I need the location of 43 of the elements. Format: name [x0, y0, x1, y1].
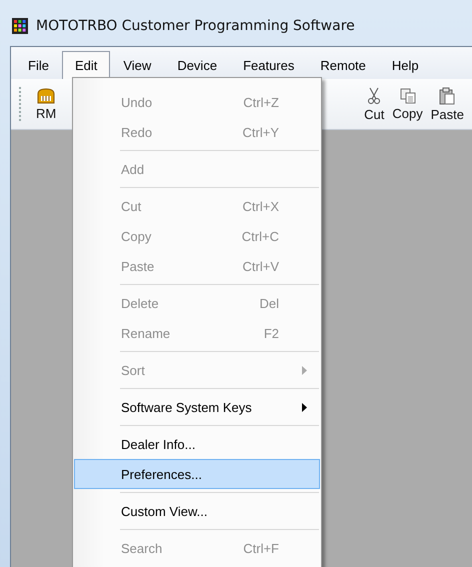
menu-item-label: Preferences...: [121, 466, 203, 482]
toolbar-button[interactable]: RM: [32, 86, 60, 122]
app-icon: [12, 18, 28, 34]
menu-item-label: Rename: [121, 326, 172, 340]
shortcut-label: Ctrl+Z: [242, 94, 279, 110]
shortcut-label: Del: [258, 296, 279, 310]
menu-item-label: Sort: [121, 362, 146, 378]
copy-icon: [400, 88, 416, 104]
toolbar-button[interactable]: Cut: [360, 84, 388, 124]
menu-item-label: Custom View...: [121, 504, 208, 518]
shortcut-label: F2: [262, 326, 279, 340]
shortcut-label: Ctrl+Y: [242, 124, 279, 140]
toolbar-button[interactable]: Paste: [426, 84, 468, 124]
menu-item-label: Copy: [121, 228, 152, 244]
menu-item[interactable]: Custom View...: [74, 496, 320, 526]
radio-module-icon: [37, 88, 56, 104]
window-title: MOTOTRBO Customer Programming Software: [36, 18, 355, 34]
menu-bar-item[interactable]: Remote: [307, 51, 379, 79]
menu-item-label: Cut: [121, 198, 142, 214]
shortcut-label: Ctrl+F: [242, 540, 279, 556]
menu-bar-item[interactable]: Edit: [62, 51, 110, 79]
menu-item-label: Redo: [121, 124, 154, 140]
menu-item-label: Dealer Info...: [121, 436, 196, 452]
menu-bar-item[interactable]: File: [15, 51, 62, 79]
menu-item-label: Software System Keys: [121, 400, 253, 414]
clipboard-icon: [439, 86, 456, 104]
menu-bar-item[interactable]: Features: [230, 51, 308, 79]
menu-item[interactable]: Software System Keys: [74, 392, 320, 422]
menu-item-label: Paste: [121, 258, 156, 274]
menu-item[interactable]: Preferences...: [74, 459, 320, 489]
shortcut-label: Ctrl+X: [242, 198, 279, 214]
shortcut-label: Ctrl+V: [242, 258, 279, 274]
menu-item-label: Search: [121, 540, 164, 556]
shortcut-label: Ctrl+C: [240, 228, 279, 244]
menu-bar-item[interactable]: View: [110, 51, 164, 79]
menu-item-label: Add: [121, 162, 146, 176]
menu-item-label: Undo: [121, 94, 154, 110]
scissors-icon: [367, 86, 382, 104]
menu-item[interactable]: Dealer Info...: [74, 429, 320, 459]
menu-bar-item[interactable]: Device: [164, 51, 230, 79]
menu-bar-item[interactable]: Help: [378, 51, 432, 79]
menu-item-label: Delete: [121, 296, 160, 310]
toolbar-button[interactable]: Copy: [388, 86, 427, 122]
